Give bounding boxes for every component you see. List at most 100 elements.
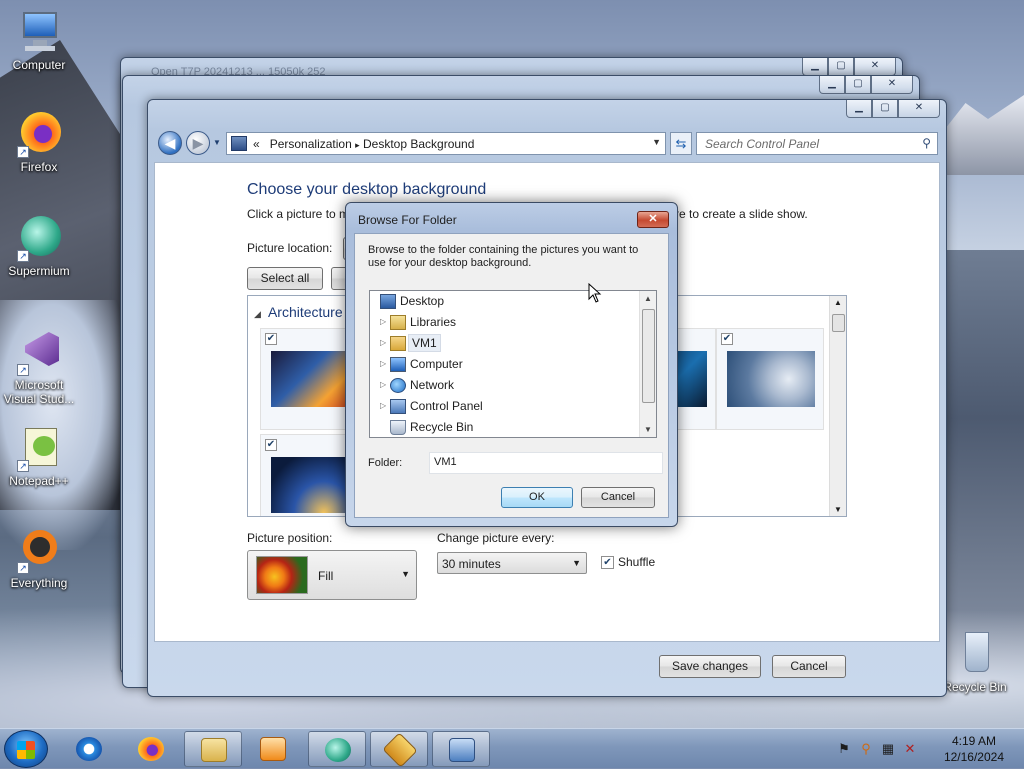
picture-thumbnail xyxy=(727,351,815,407)
scroll-up-icon[interactable]: ▲ xyxy=(834,298,842,307)
taskbar-money-app[interactable] xyxy=(370,731,428,768)
desktop-icon-notepadpp[interactable]: ↗ Notepad++ xyxy=(0,424,78,488)
maximize-button[interactable]: ▢ xyxy=(828,58,854,76)
window-caption-buttons: ▁ ▢ ✕ xyxy=(819,76,913,94)
desktop-icon-firefox[interactable]: ↗ Firefox xyxy=(0,110,78,174)
breadcrumb-separator[interactable]: ▸ xyxy=(355,140,360,150)
maximize-button[interactable]: ▢ xyxy=(872,100,898,118)
taskbar-supermium[interactable] xyxy=(308,731,366,767)
change-picture-label: Change picture every: xyxy=(437,531,555,545)
start-button[interactable] xyxy=(4,730,48,768)
mouse-cursor-icon xyxy=(588,283,602,303)
network-tray-icon[interactable]: ▦ xyxy=(880,741,896,757)
desktop-icon-computer[interactable]: Computer xyxy=(0,8,78,72)
desktop-icon-everything[interactable]: ↗ Everything xyxy=(0,526,78,590)
search-input[interactable]: Search Control Panel ⚲ xyxy=(696,132,938,155)
address-dropdown-icon[interactable]: ▼ xyxy=(652,137,661,147)
scroll-down-icon[interactable]: ▼ xyxy=(834,505,842,514)
dialog-cancel-button[interactable]: Cancel xyxy=(581,487,655,508)
shuffle-checkbox[interactable]: ✔ xyxy=(601,556,614,569)
expand-arrow-icon[interactable]: ▷ xyxy=(380,401,386,410)
tree-scrollbar[interactable]: ▲ ▼ xyxy=(639,291,656,437)
select-all-button[interactable]: Select all xyxy=(247,267,323,290)
collapse-icon[interactable]: ◢ xyxy=(254,309,261,319)
tree-item-control-panel[interactable]: ▷ Control Panel xyxy=(370,396,640,417)
taskbar-internet-explorer[interactable] xyxy=(60,731,118,767)
tree-item-recycle-bin[interactable]: Recycle Bin xyxy=(370,417,640,437)
folder-tree[interactable]: Desktop ▷ Libraries ▷ VM1 ▷ Computer ▷ N… xyxy=(369,290,657,438)
ok-button[interactable]: OK xyxy=(501,487,573,508)
refresh-button[interactable]: ⇆ xyxy=(670,132,692,155)
tree-item-network[interactable]: ▷ Network xyxy=(370,375,640,396)
picture-checkbox[interactable]: ✔ xyxy=(721,333,733,345)
breadcrumb-desktop-background[interactable]: Desktop Background xyxy=(363,137,474,151)
desktop-icon-supermium[interactable]: ↗ Supermium xyxy=(0,214,78,278)
cancel-button[interactable]: Cancel xyxy=(772,655,846,678)
expand-arrow-icon[interactable]: ▷ xyxy=(380,317,386,326)
breadcrumb-overflow[interactable]: « xyxy=(253,137,260,151)
folder-field[interactable]: VM1 xyxy=(429,452,663,474)
tree-item-computer[interactable]: ▷ Computer xyxy=(370,354,640,375)
forward-button[interactable]: ▶ xyxy=(186,131,210,155)
change-interval-dropdown[interactable]: 30 minutes ▼ xyxy=(437,552,587,574)
browse-for-folder-dialog[interactable]: Browse For Folder ✕ Browse to the folder… xyxy=(345,202,678,527)
page-title: Choose your desktop background xyxy=(247,181,487,198)
computer-icon xyxy=(15,8,63,56)
expand-arrow-icon[interactable]: ▷ xyxy=(380,338,386,347)
volume-muted-icon[interactable]: ✕ xyxy=(902,741,918,757)
back-button[interactable]: ◀ xyxy=(158,131,182,155)
desktop-icon-label: Firefox xyxy=(20,160,58,174)
action-center-flag-icon[interactable]: ⚑ xyxy=(836,741,852,757)
gallery-scrollbar[interactable]: ▲ ▼ xyxy=(829,296,846,516)
breadcrumb-personalization[interactable]: Personalization xyxy=(270,137,352,151)
taskbar-media-player[interactable] xyxy=(244,731,302,767)
search-tray-icon[interactable]: ⚲ xyxy=(858,741,874,757)
expand-arrow-icon[interactable]: ▷ xyxy=(380,380,386,389)
taskbar-file-explorer[interactable] xyxy=(184,731,242,767)
tree-item-label: Desktop xyxy=(400,294,445,308)
gallery-group-header[interactable]: ◢ Architecture xyxy=(254,304,343,320)
navigation-bar: ◀ ▶ ▼ « Personalization ▸ Desktop Backgr… xyxy=(156,128,938,158)
save-changes-button[interactable]: Save changes xyxy=(659,655,761,678)
tree-item-libraries[interactable]: ▷ Libraries xyxy=(370,312,640,333)
desktop-icon-label: Notepad++ xyxy=(9,474,69,488)
taskbar-firefox[interactable] xyxy=(122,731,180,767)
scroll-down-icon[interactable]: ▼ xyxy=(644,425,652,434)
libraries-icon xyxy=(390,315,406,330)
clock[interactable]: 4:19 AM 12/16/2024 xyxy=(944,733,1004,765)
expand-arrow-icon[interactable]: ▷ xyxy=(380,359,386,368)
close-button[interactable]: ✕ xyxy=(871,76,913,94)
search-icon[interactable]: ⚲ xyxy=(922,136,931,150)
picture-checkbox[interactable]: ✔ xyxy=(265,333,277,345)
picture-position-dropdown[interactable]: Fill ▼ xyxy=(247,550,417,600)
scrollbar-thumb[interactable] xyxy=(832,314,845,332)
close-button[interactable]: ✕ xyxy=(854,58,896,76)
desktop-icon-visual-studio[interactable]: ↗ Microsoft Visual Stud... xyxy=(0,328,78,406)
minimize-button[interactable]: ▁ xyxy=(819,76,845,94)
desktop-icon-recycle-bin[interactable]: Recycle Bin xyxy=(936,630,1014,694)
address-bar[interactable]: « Personalization ▸ Desktop Background ▼ xyxy=(226,132,666,155)
notepadpp-icon: ↗ xyxy=(15,424,63,472)
minimize-button[interactable]: ▁ xyxy=(846,100,872,118)
taskbar: ⚑ ⚲ ▦ ✕ 4:19 AM 12/16/2024 xyxy=(0,728,1024,768)
dialog-close-button[interactable]: ✕ xyxy=(637,211,669,228)
picture-checkbox[interactable]: ✔ xyxy=(265,439,277,451)
scroll-up-icon[interactable]: ▲ xyxy=(644,294,652,303)
maximize-button[interactable]: ▢ xyxy=(845,76,871,94)
tree-item-label: Computer xyxy=(410,357,463,371)
position-preview-image xyxy=(256,556,308,594)
tree-item-vm1[interactable]: ▷ VM1 xyxy=(370,333,640,354)
desktop-icon-label: Recycle Bin xyxy=(943,680,1007,694)
folder-icon xyxy=(201,738,227,762)
user-folder-icon xyxy=(390,336,406,351)
taskbar-control-panel[interactable] xyxy=(432,731,490,767)
dialog-body: Browse to the folder containing the pict… xyxy=(354,233,669,518)
dollar-icon xyxy=(382,732,418,768)
minimize-button[interactable]: ▁ xyxy=(802,58,828,76)
supermium-icon: ↗ xyxy=(15,214,63,262)
close-button[interactable]: ✕ xyxy=(898,100,940,118)
picture-tile[interactable]: ✔ xyxy=(716,328,824,430)
recent-pages-dropdown[interactable]: ▼ xyxy=(213,138,221,147)
scrollbar-thumb[interactable] xyxy=(642,309,655,403)
dialog-description: Browse to the folder containing the pict… xyxy=(368,244,639,269)
